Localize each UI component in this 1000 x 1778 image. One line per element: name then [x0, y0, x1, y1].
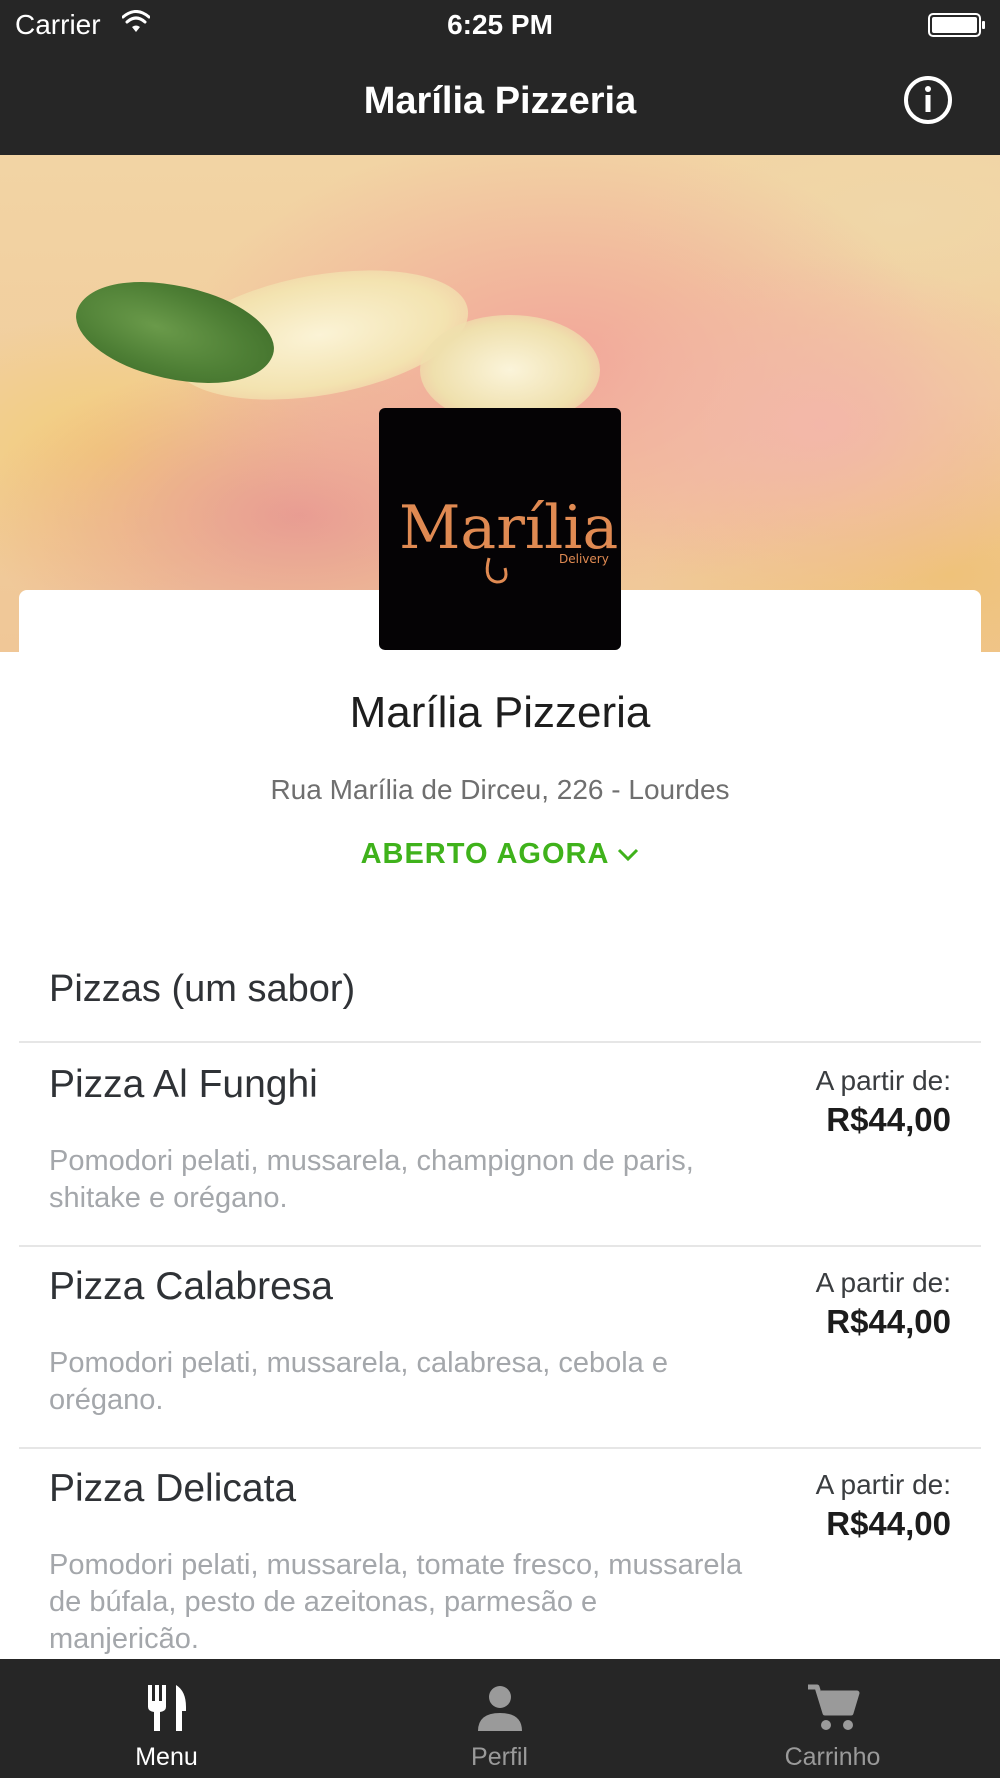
restaurant-name: Marília Pizzeria	[349, 688, 651, 737]
open-status-toggle[interactable]: ABERTO AGORA	[0, 838, 1000, 871]
nav-title: Marília Pizzeria	[363, 80, 637, 122]
item-price: R$44,00	[826, 1505, 951, 1542]
restaurant-logo: Marília Delivery	[379, 408, 621, 650]
tab-perfil[interactable]: Perfil	[333, 1659, 666, 1778]
item-name: Pizza Calabresa	[49, 1265, 333, 1308]
cart-icon	[807, 1684, 859, 1730]
item-description: Pomodori pelati, mussarela, calabresa, c…	[49, 1347, 668, 1416]
item-price: R$44,00	[826, 1303, 951, 1340]
open-status-label: ABERTO AGORA	[360, 838, 610, 870]
menu-item[interactable]: Pizza Calabresa Pomodori pelati, mussare…	[19, 1245, 981, 1445]
price-label: A partir de:	[815, 1469, 951, 1500]
tab-carrinho[interactable]: Carrinho	[666, 1659, 999, 1778]
item-name: Pizza Al Funghi	[49, 1063, 318, 1106]
restaurant-address: Rua Marília de Dirceu, 226 - Lourdes	[270, 774, 730, 805]
menu-item[interactable]: Pizza Delicata Pomodori pelati, mussarel…	[19, 1447, 981, 1659]
tab-bar: Menu Perfil Carrinho	[0, 1659, 1000, 1778]
logo-artwork: Marília Delivery	[399, 493, 618, 584]
info-icon[interactable]	[902, 74, 954, 126]
logo-subtext: Delivery	[559, 552, 609, 566]
status-bar: Carrier 6:25 PM	[0, 0, 1000, 50]
tab-menu[interactable]: Menu	[0, 1659, 333, 1778]
navigation-bar: Marília Pizzeria	[0, 50, 1000, 155]
fork-knife-icon	[147, 1685, 186, 1731]
tab-label: Perfil	[471, 1743, 528, 1771]
section-title: Pizzas (um sabor)	[49, 968, 356, 1010]
item-description: Pomodori pelati, mussarela, tomate fresc…	[49, 1549, 743, 1655]
tab-label: Menu	[135, 1743, 198, 1771]
menu-item[interactable]: Pizza Al Funghi Pomodori pelati, mussare…	[19, 1043, 981, 1243]
clock: 6:25 PM	[447, 9, 553, 40]
tab-label: Carrinho	[784, 1743, 881, 1771]
item-name: Pizza Delicata	[49, 1467, 297, 1510]
item-description: Pomodori pelati, mussarela, champignon d…	[49, 1145, 694, 1214]
price-label: A partir de:	[815, 1267, 951, 1298]
person-icon	[477, 1686, 522, 1731]
chevron-down-icon	[618, 849, 639, 862]
item-price: R$44,00	[826, 1101, 951, 1138]
battery-icon	[928, 13, 985, 37]
price-label: A partir de:	[815, 1065, 951, 1096]
